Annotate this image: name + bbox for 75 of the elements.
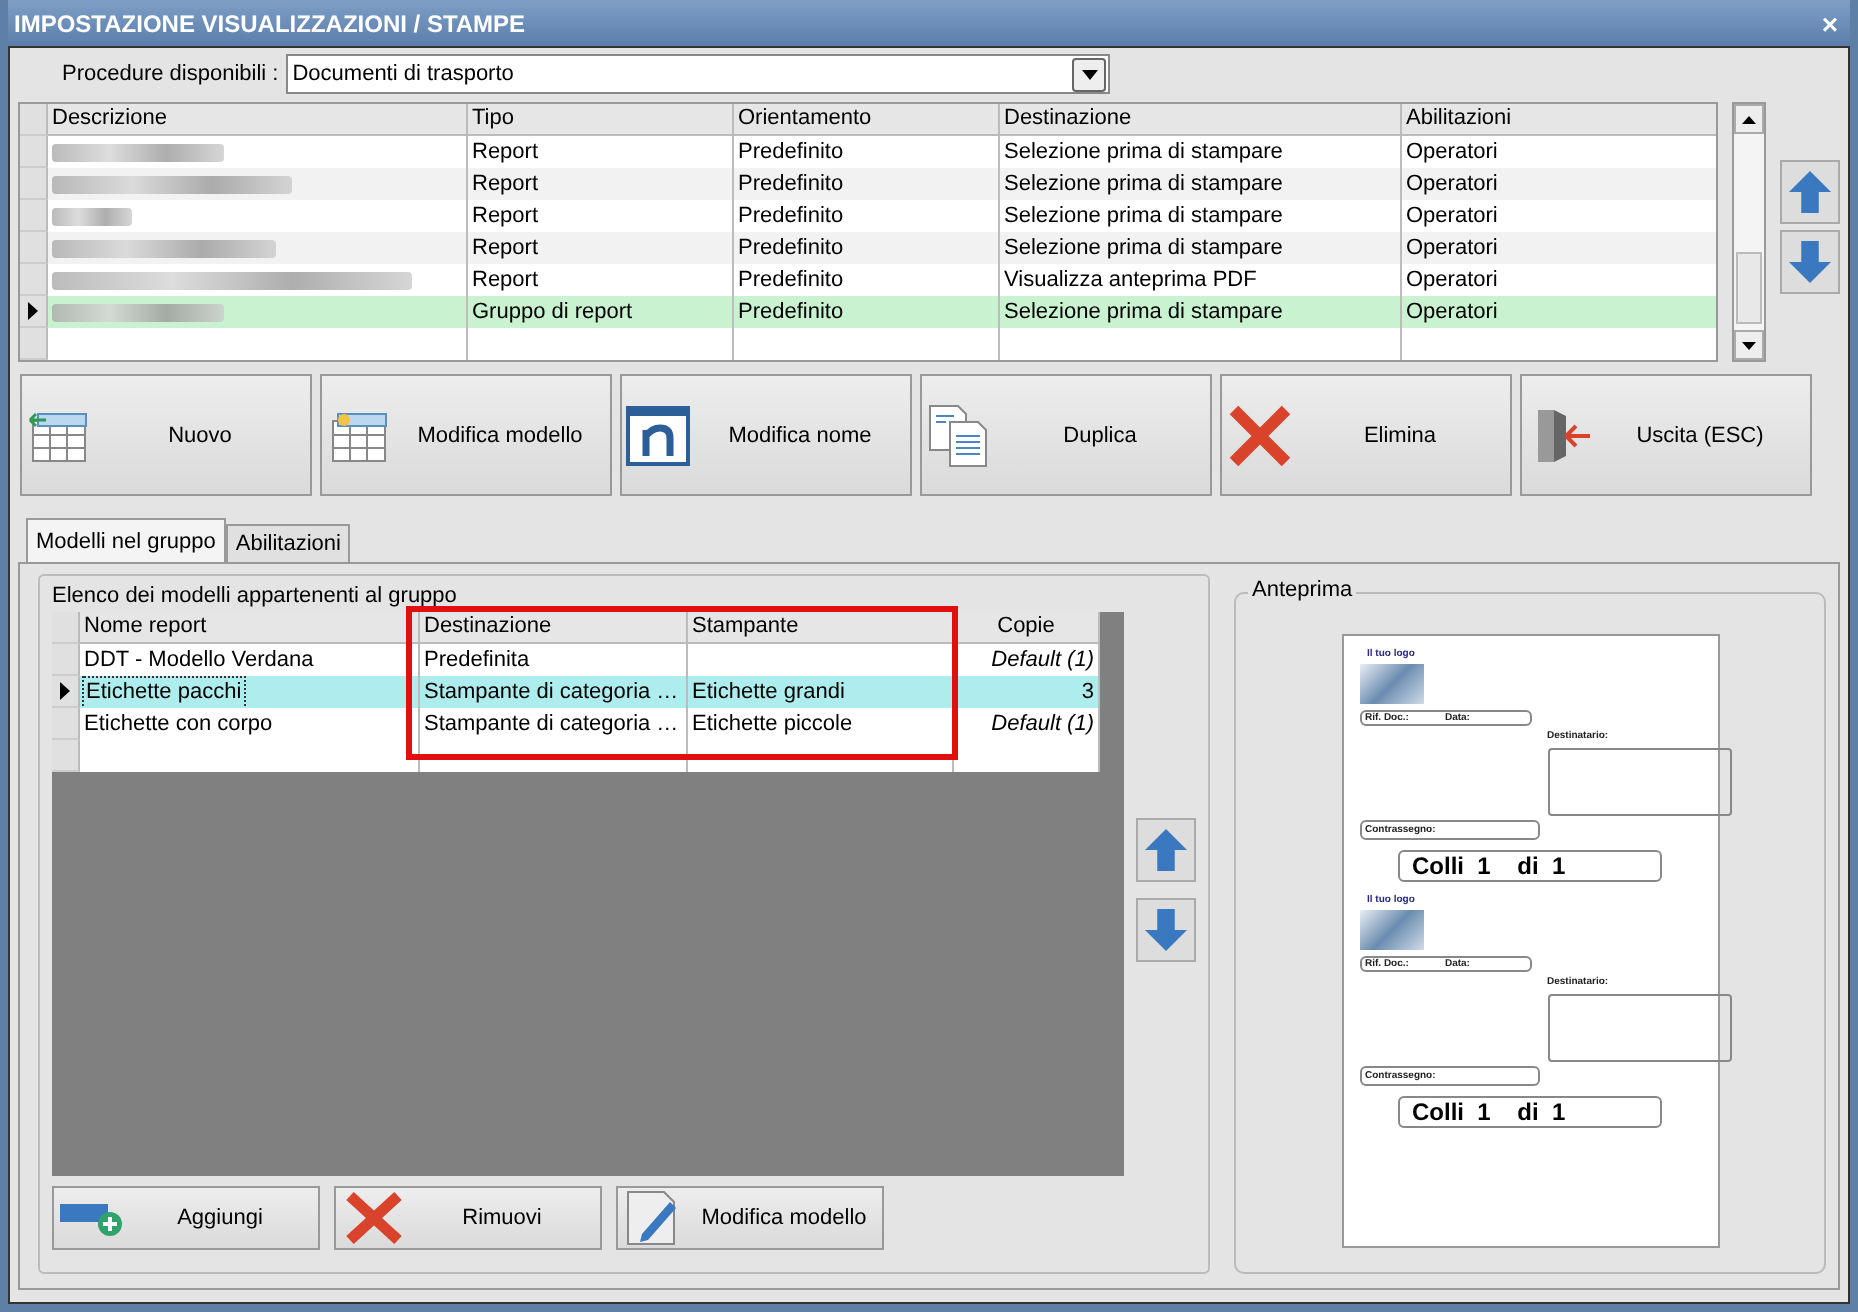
table-cell: Predefinito <box>734 232 1000 264</box>
action-button[interactable]: Modifica modello <box>616 1186 884 1250</box>
table-cell: Default (1) <box>991 645 1094 675</box>
row-header <box>20 136 48 168</box>
column-header: Orientamento <box>734 104 1000 136</box>
row-pointer-icon <box>28 302 38 320</box>
field-label: Procedure disponibili : <box>62 62 279 86</box>
toolbar-button[interactable]: Modifica nome <box>620 374 912 496</box>
move-down-button[interactable] <box>1780 230 1840 294</box>
row-header <box>20 328 48 360</box>
parcels-field: Colli 1 di 1 <box>1398 850 1662 882</box>
scroll-thumb[interactable] <box>1736 252 1762 324</box>
move-up-button[interactable] <box>1780 160 1840 224</box>
group-caption: Anteprima <box>1248 578 1357 602</box>
table-cell: Report <box>468 168 734 200</box>
row-header <box>52 708 80 740</box>
photo-placeholder <box>1359 664 1423 704</box>
action-button[interactable]: Rimuovi <box>334 1186 602 1250</box>
table-cell: Report <box>468 232 734 264</box>
table-cell: Etichette piccole <box>692 709 853 739</box>
move-up-button[interactable] <box>1136 818 1196 882</box>
scroll-down-button[interactable] <box>1734 330 1764 360</box>
caret-down-icon <box>1742 341 1756 349</box>
selected-row[interactable]: Gruppo di report Predefinito Selezione prima di stampare Operatori <box>20 296 1716 328</box>
row-pointer-icon <box>60 682 70 700</box>
table-cell: DDT - Modello Verdana <box>84 645 314 675</box>
table-row[interactable]: DDT - Modello Verdana Predefinita Default (1) <box>52 644 1100 676</box>
selected-row[interactable]: Etichette pacchi Stampante di categoria … Etichette grandi 3 <box>52 676 1100 708</box>
row-header <box>20 168 48 200</box>
row-header <box>20 200 48 232</box>
table-cell: Etichette grandi <box>692 677 845 707</box>
toolbar-button[interactable]: Nuovo <box>20 374 312 496</box>
column-header: Tipo <box>468 104 734 136</box>
table-cell: Etichette con corpo <box>84 709 273 739</box>
row-header <box>20 232 48 264</box>
column-header: Descrizione <box>48 104 468 136</box>
row-header <box>52 740 80 772</box>
tab[interactable]: Abilitazioni <box>225 524 351 562</box>
table-cell: 3 <box>1081 677 1094 707</box>
tab[interactable]: Modelli nel gruppo <box>26 518 226 562</box>
column-header: Destinazione <box>1000 104 1402 136</box>
procedure-dropdown[interactable]: Documenti di trasporto <box>286 54 1111 94</box>
table-row[interactable]: Etichette con corpo Stampante di categoria … Etichette piccole Default (1) <box>52 708 1100 740</box>
action-button[interactable]: Aggiungi <box>52 1186 320 1250</box>
table-cell: Selezione prima di stampare <box>1000 168 1402 200</box>
table-cell: Stampante di categoria … <box>424 677 679 707</box>
toolbar-button[interactable]: Uscita (ESC) <box>1520 374 1812 496</box>
redacted-text <box>52 207 132 225</box>
photo-placeholder <box>1359 910 1423 950</box>
table-cell: Default (1) <box>991 709 1094 739</box>
row-header <box>52 644 80 676</box>
toolbar-button[interactable]: Elimina <box>1220 374 1512 496</box>
table-cell: Gruppo di report <box>468 296 734 328</box>
scroll-up-button[interactable] <box>1734 104 1764 134</box>
toolbar-button[interactable]: Duplica <box>920 374 1212 496</box>
table-row[interactable]: Report Predefinito Selezione prima di stampare Operatori <box>20 168 1716 200</box>
caret-up-icon <box>1742 115 1756 123</box>
group-caption: Elenco dei modelli appartenenti al gruppo <box>52 584 459 608</box>
move-down-button[interactable] <box>1136 898 1196 962</box>
scrollbar[interactable] <box>1732 102 1766 362</box>
table-row[interactable]: Report Predefinito Selezione prima di stampare Operatori <box>20 232 1716 264</box>
window-title: IMPOSTAZIONE VISUALIZZAZIONI / STAMPE <box>14 9 526 37</box>
table-cell: Selezione prima di stampare <box>1000 232 1402 264</box>
letter-n-icon <box>626 403 694 467</box>
table-cell: Stampante di categoria … <box>424 709 679 739</box>
cross-icon <box>1226 403 1294 467</box>
caret-down-icon <box>1081 69 1098 79</box>
toolbar-button[interactable]: Modifica modello <box>320 374 612 496</box>
table-cell: Selezione prima di stampare <box>1000 296 1402 328</box>
table-cell: Predefinito <box>734 168 1000 200</box>
row-header <box>20 264 48 296</box>
table-cell: Predefinito <box>734 296 1000 328</box>
table-cell: Predefinita <box>424 645 530 675</box>
table-cell: Etichette pacchi <box>84 677 244 707</box>
parcels-field: Colli 1 di 1 <box>1398 1096 1662 1128</box>
